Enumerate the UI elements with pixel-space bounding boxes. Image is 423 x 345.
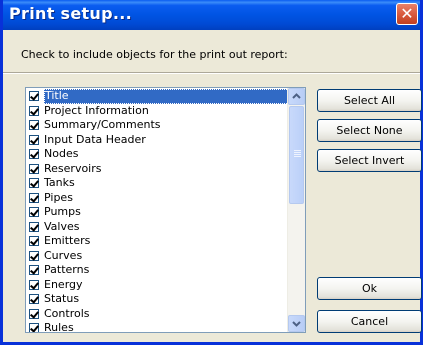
checkbox-checked-icon[interactable] — [29, 120, 39, 130]
checklist-item-label: Status — [44, 292, 80, 305]
objects-checklist[interactable]: Title Project Information Summary/Comments… — [25, 87, 306, 333]
checkbox-checked-icon[interactable] — [29, 207, 39, 217]
checklist-item-label: Rules — [44, 321, 74, 333]
select-none-button[interactable]: Select None — [317, 119, 422, 142]
checkbox-checked-icon[interactable] — [29, 149, 39, 159]
checkbox-checked-icon[interactable] — [29, 192, 39, 203]
checklist-item[interactable]: Summary/Comments — [27, 118, 288, 133]
checklist-item[interactable]: Valves — [27, 220, 288, 235]
checklist-item[interactable]: Emitters — [27, 234, 288, 249]
checklist-item-label: Pipes — [44, 190, 73, 204]
checkbox-checked-icon[interactable] — [29, 221, 39, 232]
chevron-up-icon — [292, 93, 301, 99]
checkbox-checked-icon[interactable] — [29, 105, 39, 116]
checklist-item[interactable]: Rules — [27, 321, 288, 333]
checklist-item[interactable]: Patterns — [27, 263, 288, 278]
checklist-item-label: Pumps — [44, 205, 81, 218]
checkbox-checked-icon[interactable] — [29, 134, 39, 145]
checkbox-checked-icon[interactable] — [29, 323, 39, 332]
checklist-item-label: Patterns — [44, 263, 90, 276]
checklist-item[interactable]: Input Data Header — [27, 133, 288, 148]
close-icon[interactable]: ✕ — [396, 3, 418, 25]
checklist-item-label: Summary/Comments — [44, 118, 161, 131]
checklist-item-label: Input Data Header — [44, 132, 146, 146]
print-setup-dialog: Print setup... ✕ Check to include object… — [0, 0, 423, 345]
checklist-item-label: Tanks — [44, 176, 75, 189]
scroll-up-button[interactable] — [288, 88, 305, 105]
separator — [3, 72, 420, 74]
checklist-item[interactable]: Energy — [27, 278, 288, 293]
chevron-down-icon — [292, 321, 301, 327]
checklist-item-label: Title — [44, 89, 289, 104]
checklist-item-label: Energy — [44, 277, 83, 291]
checklist-items: Title Project Information Summary/Comments… — [27, 89, 289, 333]
checkbox-checked-icon[interactable] — [29, 279, 39, 290]
checkbox-checked-icon[interactable] — [29, 91, 39, 101]
title-bar[interactable]: Print setup... ✕ — [3, 0, 420, 30]
vertical-scrollbar[interactable] — [287, 88, 305, 332]
checkbox-checked-icon[interactable] — [29, 250, 39, 261]
instructions-label: Check to include objects for the print o… — [21, 48, 288, 61]
checkbox-checked-icon[interactable] — [29, 178, 39, 188]
cancel-button[interactable]: Cancel — [317, 310, 422, 333]
checklist-item[interactable]: Project Information — [27, 104, 288, 119]
checkbox-checked-icon[interactable] — [29, 236, 39, 246]
checklist-item[interactable]: Title — [27, 89, 289, 104]
checklist-item[interactable]: Curves — [27, 249, 288, 264]
checklist-item-label: Reservoirs — [44, 161, 102, 175]
checkbox-checked-icon[interactable] — [29, 294, 39, 304]
checklist-item-label: Nodes — [44, 147, 79, 160]
scroll-down-button[interactable] — [288, 315, 305, 332]
checkbox-checked-icon[interactable] — [29, 308, 39, 319]
checklist-item[interactable]: Reservoirs — [27, 162, 288, 177]
checkbox-checked-icon[interactable] — [29, 163, 39, 174]
select-invert-button[interactable]: Select Invert — [317, 149, 422, 172]
checklist-item[interactable]: Nodes — [27, 147, 288, 162]
select-all-button[interactable]: Select All — [317, 89, 422, 112]
checklist-item-label: Curves — [44, 248, 83, 262]
checklist-item-label: Emitters — [44, 234, 91, 247]
checklist-item[interactable]: Tanks — [27, 176, 288, 191]
checklist-item[interactable]: Status — [27, 292, 288, 307]
checklist-item-label: Controls — [44, 306, 90, 320]
checkbox-checked-icon[interactable] — [29, 265, 39, 275]
checklist-item-label: Project Information — [44, 103, 149, 117]
window-title: Print setup... — [9, 4, 133, 23]
grip-icon — [294, 150, 301, 151]
checklist-item[interactable]: Controls — [27, 307, 288, 322]
ok-button[interactable]: Ok — [317, 277, 422, 300]
scroll-thumb[interactable] — [289, 106, 304, 204]
checklist-item[interactable]: Pipes — [27, 191, 288, 206]
checklist-item-label: Valves — [44, 219, 80, 233]
checklist-item[interactable]: Pumps — [27, 205, 288, 220]
